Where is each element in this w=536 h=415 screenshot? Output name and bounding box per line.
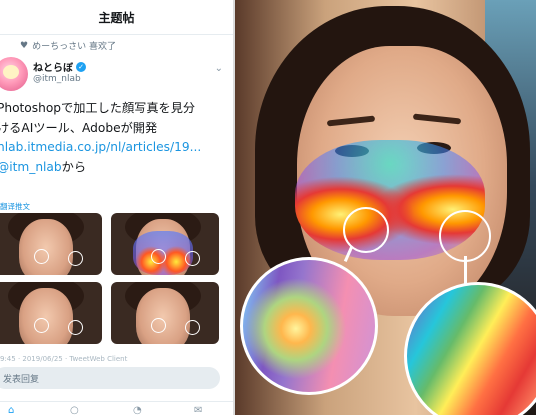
author-handle: @itm_nlab: [33, 74, 81, 84]
author-name-row: ねとらぼ ✓: [33, 59, 86, 74]
tweet-image[interactable]: [0, 213, 102, 275]
highlight-circle: [34, 249, 49, 264]
heatmap-photo: [235, 0, 536, 415]
twitter-thread-panel: 主题帖 ♥ めーちっさい 喜欢了 ねとらぼ ✓ @itm_nlab ⌄ Phot…: [0, 0, 233, 415]
tweet-credit-suffix: から: [61, 159, 87, 174]
tweet-credit-line: @itm_nlabから: [0, 158, 233, 178]
image-face: [136, 288, 190, 344]
connector-line: [464, 256, 467, 286]
bottom-tab-bar: ⌂ ○ ◔ ✉: [0, 401, 233, 415]
tweet-image-grid[interactable]: [0, 213, 220, 344]
tweet-line-2: けるAIツール、Adobeが開発: [0, 120, 158, 135]
highlight-circle: [34, 318, 49, 333]
zoom-inset: [240, 257, 378, 395]
liked-by-line[interactable]: ♥ めーちっさい 喜欢了: [20, 39, 116, 53]
author-display-name: ねとらぼ: [33, 63, 73, 74]
highlight-circle: [185, 320, 200, 335]
image-face: [19, 288, 73, 344]
tweet-image[interactable]: [111, 213, 219, 275]
highlight-circle: [151, 249, 166, 264]
mention-link[interactable]: @itm_nlab: [0, 160, 62, 174]
notifications-icon[interactable]: ◔: [133, 405, 142, 415]
tweet-timestamp: 9:45 · 2019/06/25 · TweetWeb Client: [0, 355, 128, 363]
liked-by-text: めーちっさい 喜欢了: [32, 42, 116, 52]
reply-placeholder: 发表回复: [3, 375, 40, 385]
messages-icon[interactable]: ✉: [194, 405, 202, 415]
tweet-link[interactable]: nlab.itmedia.co.jp/nl/articles/19...: [0, 138, 233, 158]
verified-icon: ✓: [76, 61, 86, 72]
highlight-circle: [68, 320, 83, 335]
tweet-image[interactable]: [111, 282, 219, 344]
reply-input[interactable]: 发表回复: [0, 367, 220, 389]
highlight-circle: [151, 318, 166, 333]
page-title: 主题帖: [0, 0, 233, 35]
chevron-down-icon[interactable]: ⌄: [215, 63, 223, 74]
tweet-text: Photoshopで加工した顔写真を見分 けるAIツール、Adobeが開発 nl…: [0, 99, 233, 177]
highlight-circle: [185, 251, 200, 266]
image-face: [19, 219, 73, 275]
highlight-circle: [68, 251, 83, 266]
tweet-author[interactable]: ねとらぼ ✓ @itm_nlab ⌄: [0, 55, 233, 93]
heart-icon: ♥: [20, 40, 29, 51]
tweet-line-1: Photoshopで加工した顔写真を見分: [0, 101, 196, 115]
home-icon[interactable]: ⌂: [8, 405, 14, 415]
translate-tweet-link[interactable]: 翻译推文: [0, 201, 30, 212]
tweet-image[interactable]: [0, 282, 102, 344]
search-icon[interactable]: ○: [70, 405, 79, 415]
avatar[interactable]: [0, 57, 28, 91]
highlight-circle: [439, 210, 491, 262]
